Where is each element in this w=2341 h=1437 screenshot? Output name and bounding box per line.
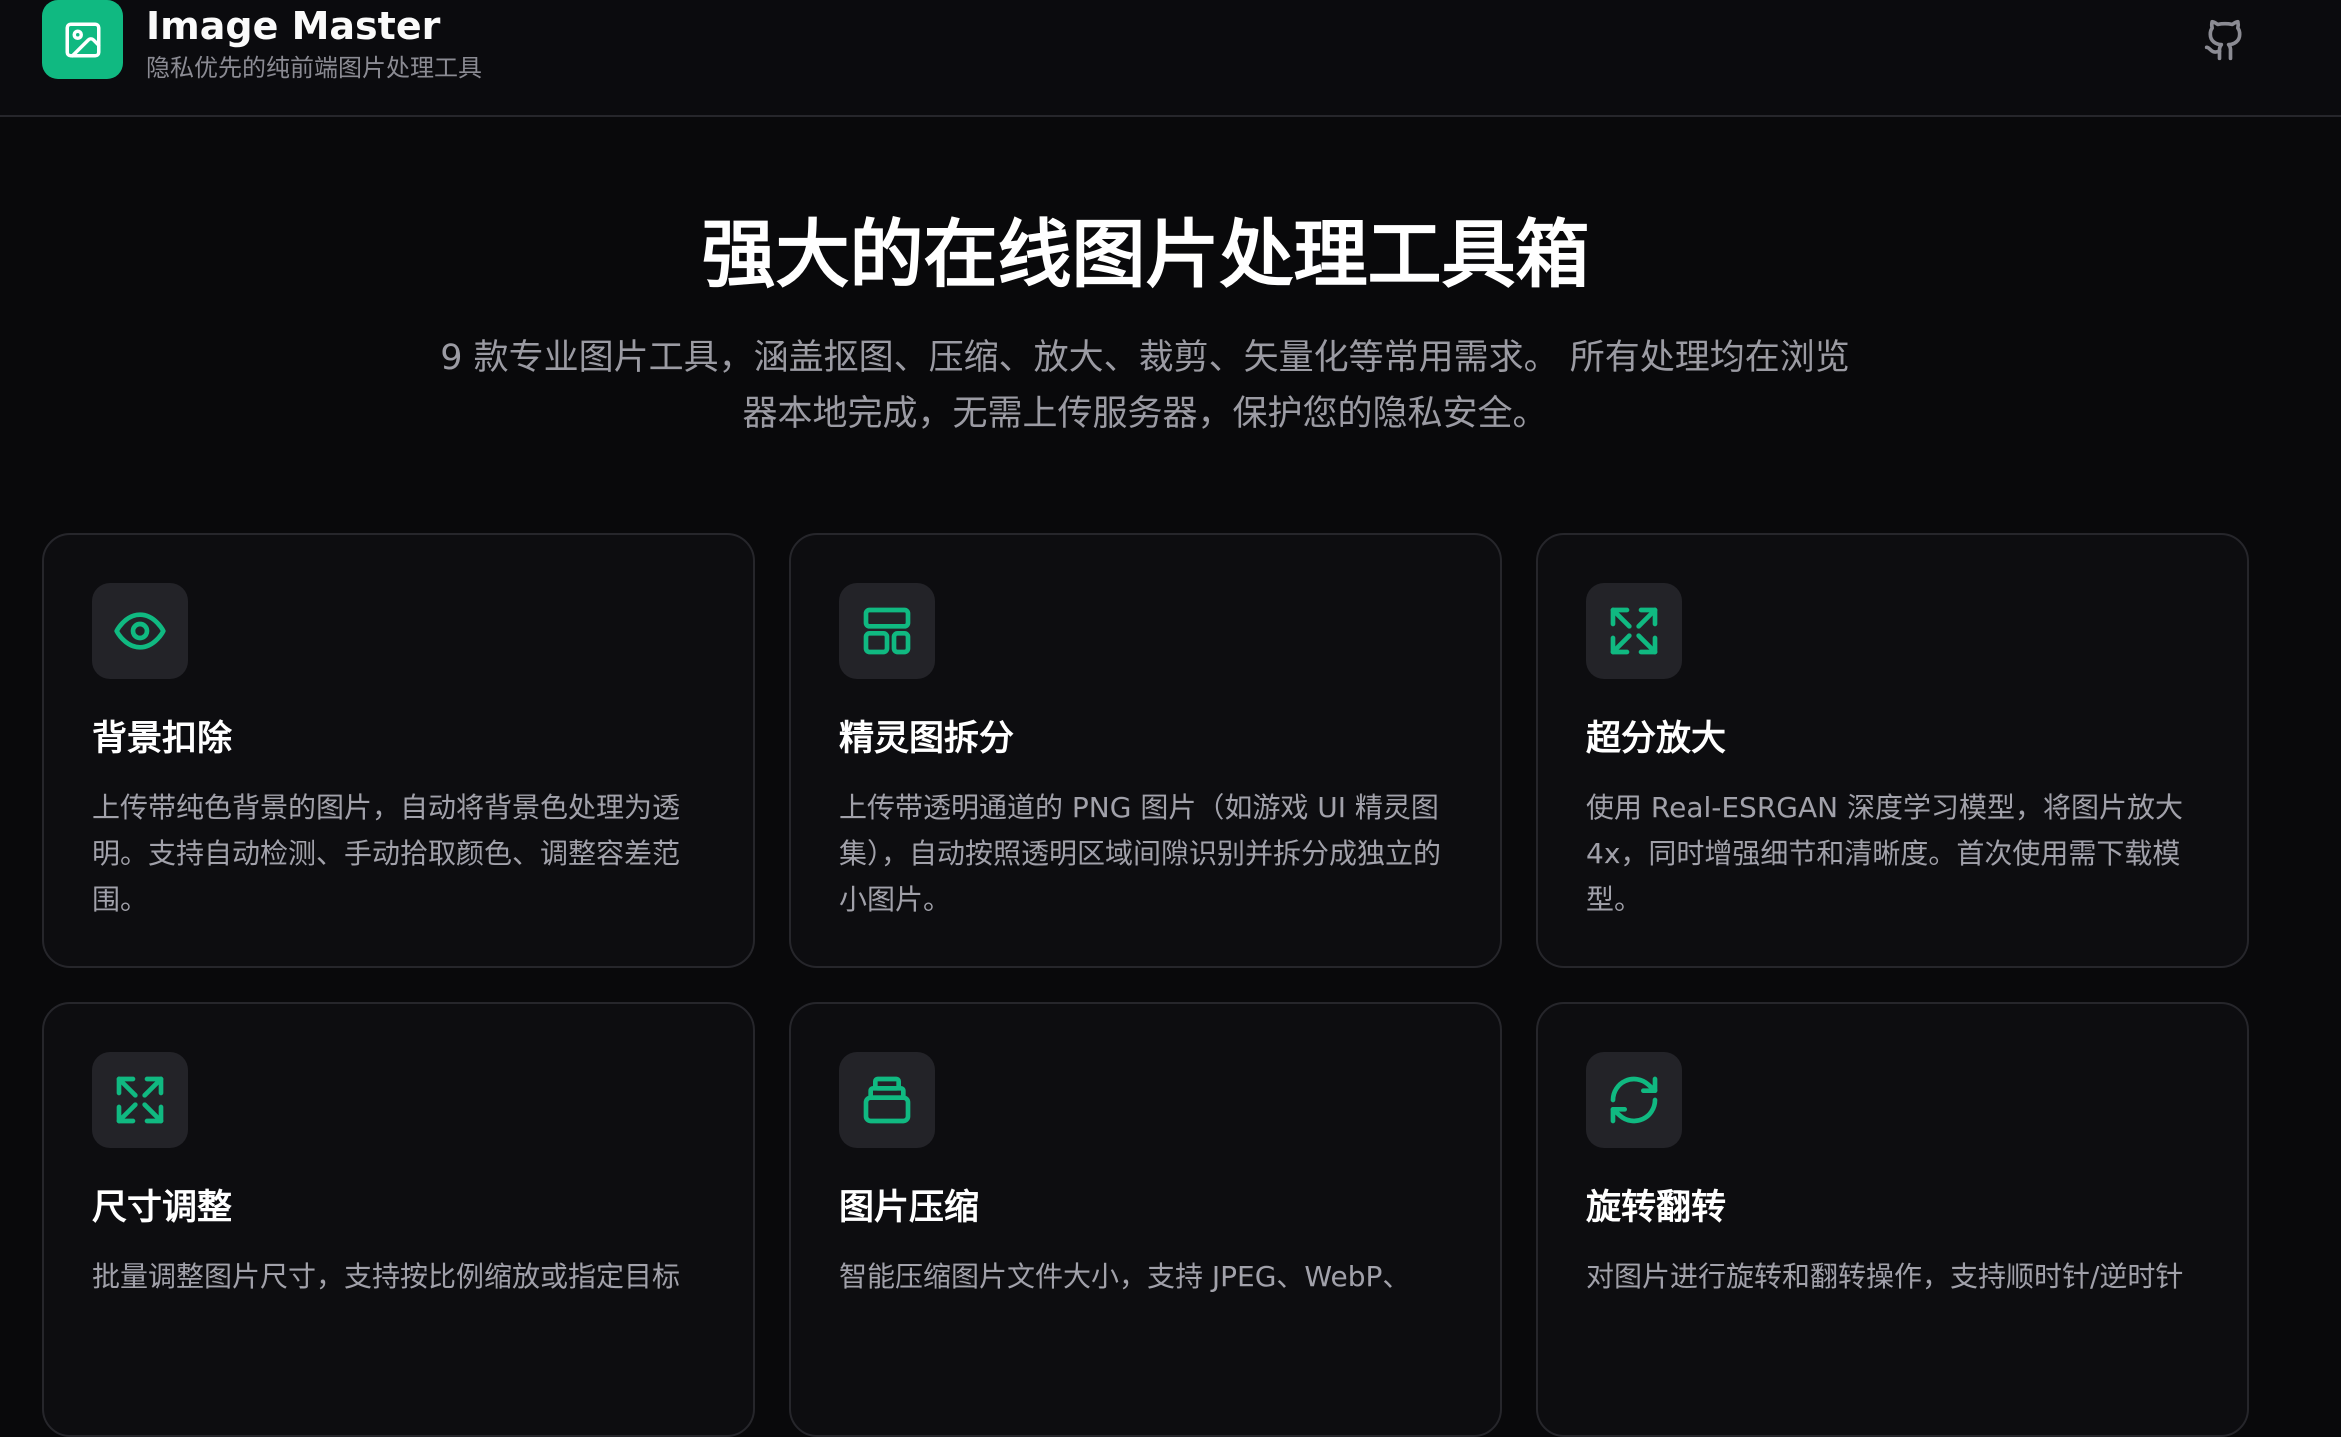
tool-card-compress[interactable]: 图片压缩 智能压缩图片文件大小，支持 JPEG、WebP、	[789, 1002, 1502, 1437]
tool-card-background-removal[interactable]: 背景扣除 上传带纯色背景的图片，自动将背景色处理为透明。支持自动检测、手动拾取颜…	[42, 533, 755, 968]
tool-description: 智能压缩图片文件大小，支持 JPEG、WebP、	[839, 1260, 1411, 1293]
rotate-icon	[1610, 1076, 1658, 1124]
tool-description: 上传带透明通道的 PNG 图片（如游戏 UI 精灵图集），自动按照透明区域间隙识…	[839, 791, 1442, 916]
app-logo[interactable]	[42, 0, 123, 79]
tool-title: 旋转翻转	[1586, 1188, 1727, 1228]
tool-card-resize[interactable]: 尺寸调整 批量调整图片尺寸，支持按比例缩放或指定目标	[42, 1002, 755, 1437]
tool-description: 批量调整图片尺寸，支持按比例缩放或指定目标	[92, 1260, 681, 1293]
app-subtitle: 隐私优先的纯前端图片处理工具	[146, 54, 482, 82]
tool-icon-box	[839, 1052, 935, 1148]
tool-icon-box	[92, 583, 188, 679]
expand-icon	[1610, 607, 1658, 655]
tool-icon-box	[92, 1052, 188, 1148]
github-link[interactable]	[2203, 18, 2247, 62]
tool-description: 上传带纯色背景的图片，自动将背景色处理为透明。支持自动检测、手动拾取颜色、调整容…	[92, 791, 681, 916]
tool-title: 背景扣除	[92, 719, 233, 759]
tool-card-sprite-split[interactable]: 精灵图拆分 上传带透明通道的 PNG 图片（如游戏 UI 精灵图集），自动按照透…	[789, 533, 1502, 968]
tool-icon-box	[1586, 583, 1682, 679]
github-icon	[2204, 19, 2242, 61]
tool-description: 使用 Real-ESRGAN 深度学习模型，将图片放大 4x，同时增强细节和清晰…	[1586, 791, 2183, 916]
tool-title: 精灵图拆分	[839, 719, 1015, 759]
layout-icon	[863, 607, 911, 655]
image-icon	[65, 22, 100, 57]
tool-icon-box	[839, 583, 935, 679]
tool-title: 图片压缩	[839, 1188, 980, 1228]
archive-icon	[863, 1076, 911, 1124]
tool-card-rotate[interactable]: 旋转翻转 对图片进行旋转和翻转操作，支持顺时针/逆时针	[1536, 1002, 2249, 1437]
tool-card-upscale[interactable]: 超分放大 使用 Real-ESRGAN 深度学习模型，将图片放大 4x，同时增强…	[1536, 533, 2249, 968]
tool-title: 超分放大	[1586, 719, 1727, 759]
tool-title: 尺寸调整	[92, 1188, 233, 1228]
expand-icon	[116, 1076, 164, 1124]
hero-description: 9 款专业图片工具，涵盖抠图、压缩、放大、裁剪、矢量化等常用需求。 所有处理均在…	[440, 338, 1850, 434]
app-header: Image Master 隐私优先的纯前端图片处理工具	[0, 0, 2341, 117]
hero-title: 强大的在线图片处理工具箱	[701, 212, 1590, 298]
tool-description: 对图片进行旋转和翻转操作，支持顺时针/逆时针	[1586, 1260, 2184, 1293]
eye-icon	[114, 612, 166, 650]
tool-icon-box	[1586, 1052, 1682, 1148]
app-title: Image Master	[146, 4, 441, 48]
